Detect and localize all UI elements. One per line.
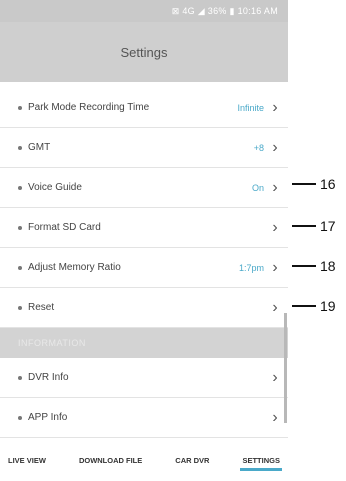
setting-voice-guide[interactable]: Voice Guide On › <box>0 168 288 208</box>
callout-line <box>292 305 316 307</box>
callout-17: 17 <box>292 218 336 234</box>
setting-adjust-memory-ratio[interactable]: Adjust Memory Ratio 1:7pm › <box>0 248 288 288</box>
callout-line <box>292 265 316 267</box>
tab-settings[interactable]: SETTINGS <box>240 452 282 471</box>
chevron-right-icon[interactable]: › <box>270 99 280 117</box>
setting-value: Infinite <box>237 102 264 113</box>
chevron-right-icon[interactable]: › <box>270 139 280 157</box>
bullet-icon <box>18 265 22 270</box>
scrollbar[interactable] <box>284 313 287 423</box>
callout-19: 19 <box>292 298 336 314</box>
chevron-right-icon[interactable]: › <box>270 259 280 277</box>
callout-16: 16 <box>292 176 336 192</box>
setting-park-mode-recording-time[interactable]: Park Mode Recording Time Infinite › <box>0 88 288 128</box>
bullet-icon <box>18 105 22 110</box>
bullet-icon <box>18 145 22 150</box>
setting-format-sd-card[interactable]: Format SD Card › <box>0 208 288 248</box>
callout-18: 18 <box>292 258 336 274</box>
setting-label: Park Mode Recording Time <box>28 102 150 113</box>
chevron-right-icon[interactable]: › <box>270 219 280 237</box>
page-title: Settings <box>120 44 168 60</box>
tab-download-file[interactable]: DOWNLOAD FILE <box>77 452 144 469</box>
setting-gmt[interactable]: GMT +8 › <box>0 128 288 168</box>
callout-number: 16 <box>320 176 336 192</box>
status-bar: ⊠ 4G ◢ 36% ▮ 10:16 AM <box>0 0 288 22</box>
setting-label: Format SD Card <box>28 222 101 233</box>
bullet-icon <box>18 225 22 230</box>
callout-line <box>292 225 316 227</box>
tab-car-dvr[interactable]: CAR DVR <box>173 452 211 469</box>
bullet-icon <box>18 375 22 380</box>
setting-value: +8 <box>253 142 264 153</box>
info-app-info[interactable]: APP Info › <box>0 398 288 438</box>
bottom-nav: LIVE VIEW DOWNLOAD FILE CAR DVR SETTINGS <box>0 445 288 475</box>
info-label: APP Info <box>28 412 68 423</box>
settings-list: Park Mode Recording Time Infinite › GMT … <box>0 88 288 438</box>
bullet-icon <box>18 415 22 420</box>
chevron-right-icon[interactable]: › <box>270 369 280 387</box>
bullet-icon <box>18 185 22 190</box>
setting-value: 1:7pm <box>238 262 264 273</box>
phone-screen: ⊠ 4G ◢ 36% ▮ 10:16 AM Settings Park Mode… <box>0 0 288 481</box>
setting-reset[interactable]: Reset › <box>0 288 288 328</box>
section-title: INFORMATION <box>18 338 86 348</box>
tab-live-view[interactable]: LIVE VIEW <box>6 452 48 469</box>
callout-number: 19 <box>320 298 336 314</box>
chevron-right-icon[interactable]: › <box>270 299 280 317</box>
bullet-icon <box>18 305 22 310</box>
chevron-right-icon[interactable]: › <box>270 179 280 197</box>
setting-value: On <box>251 182 264 193</box>
chevron-right-icon[interactable]: › <box>270 409 280 427</box>
callout-number: 18 <box>320 258 336 274</box>
title-bar: Settings <box>0 22 288 82</box>
setting-label: Voice Guide <box>28 182 82 193</box>
setting-label: GMT <box>28 142 51 153</box>
information-section-header: INFORMATION <box>0 328 288 358</box>
info-label: DVR Info <box>28 372 69 383</box>
setting-label: Reset <box>28 302 55 313</box>
callout-line <box>292 183 316 185</box>
setting-label: Adjust Memory Ratio <box>28 262 121 273</box>
callout-number: 17 <box>320 218 336 234</box>
info-dvr-info[interactable]: DVR Info › <box>0 358 288 398</box>
status-bar-text: ⊠ 4G ◢ 36% ▮ 10:16 AM <box>171 5 278 16</box>
